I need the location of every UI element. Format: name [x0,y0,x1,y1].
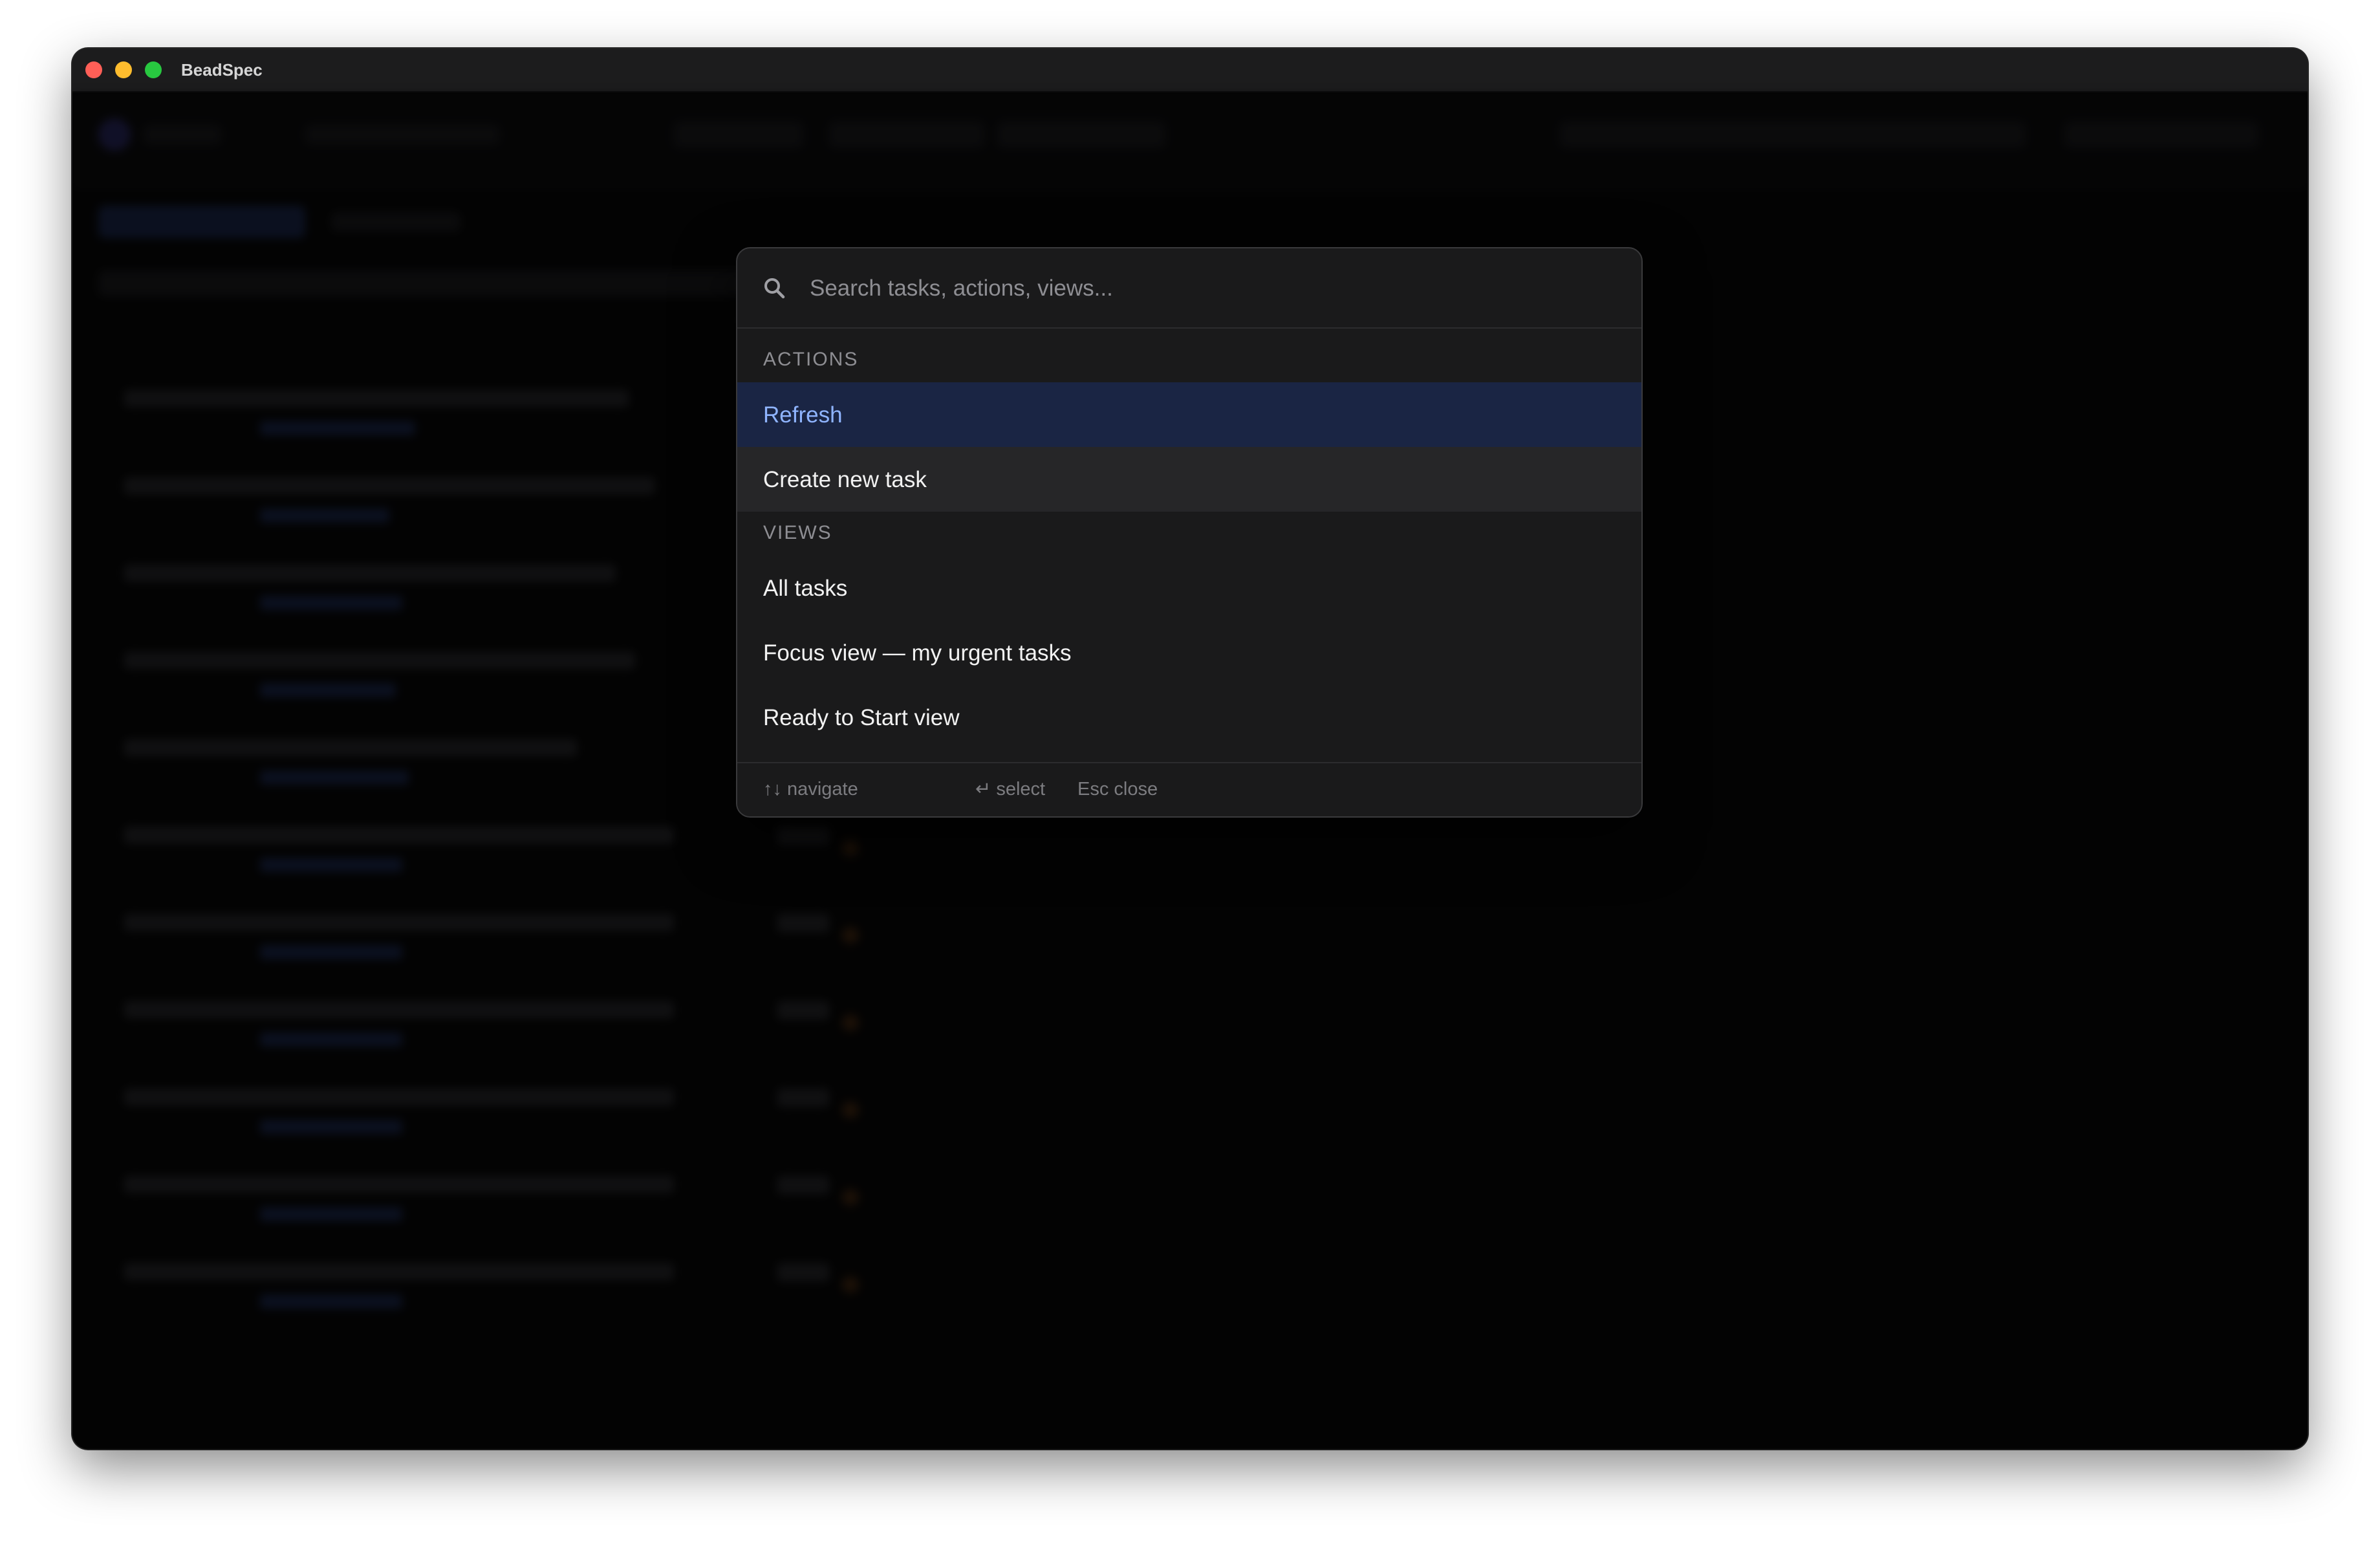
command-item-label: Focus view — my urgent tasks [763,640,1072,666]
command-item-label: Refresh [763,402,843,428]
app-window: BeadSpec Search tasks, actions, views...… [72,49,2308,1449]
title-bar: BeadSpec [72,49,2308,93]
command-item-label: All tasks [763,576,848,601]
hint-close: Esc close [1077,779,1158,800]
close-icon[interactable] [85,61,102,78]
palette-footer: ↑↓ navigate ↵ select Esc close [737,762,1641,816]
minimize-icon[interactable] [115,61,132,78]
section-label-views: VIEWS [763,522,832,543]
section-label-actions: ACTIONS [763,349,859,370]
command-palette: ACTIONS Refresh Create new task VIEWS Al… [736,247,1643,818]
command-item-label: Ready to Start view [763,705,960,730]
command-item-label: Create new task [763,467,927,492]
search-row [737,248,1641,329]
hint-select: ↵ select [975,779,1046,800]
maximize-icon[interactable] [145,61,162,78]
hint-navigate: ↑↓ navigate [763,779,858,800]
window-title: BeadSpec [181,60,263,80]
command-item-ready-to-start-view[interactable]: Ready to Start view [737,685,1641,750]
command-item-refresh[interactable]: Refresh [737,382,1641,447]
search-icon [764,278,785,299]
command-item-focus-view[interactable]: Focus view — my urgent tasks [737,620,1641,685]
command-item-create-new-task[interactable]: Create new task [737,447,1641,512]
command-item-all-tasks[interactable]: All tasks [737,556,1641,620]
search-input[interactable] [808,265,1613,312]
